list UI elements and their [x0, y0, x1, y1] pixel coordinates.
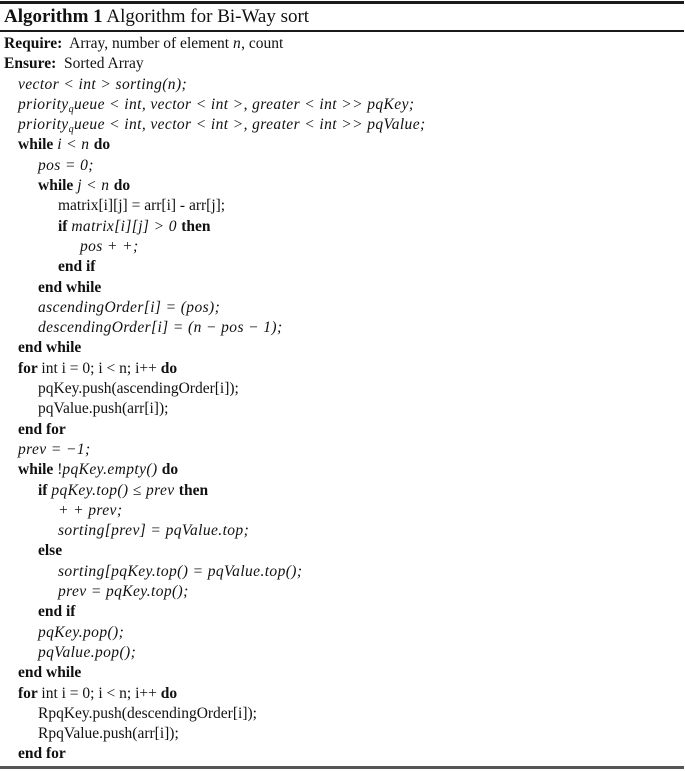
- math-expression: pqKey.pop();: [38, 623, 125, 641]
- math-expression: pqKey.top() ≤ prev: [51, 481, 179, 499]
- code-text: RpqValue.push(arr[i]);: [38, 725, 179, 743]
- pseudocode-line: priorityqueue < int, vector < int >, gre…: [0, 95, 685, 115]
- math-expression: priority: [18, 95, 69, 113]
- pseudocode-line: if pqKey.top() ≤ prev then: [0, 481, 685, 501]
- keyword: end if: [38, 603, 76, 621]
- keyword: then: [181, 217, 211, 235]
- math-expression: ueue < int, vector < int >, greater < in…: [73, 116, 426, 134]
- pseudocode-line: end while: [0, 278, 685, 298]
- algorithm-title: Algorithm for Bi-Way sort: [106, 6, 310, 27]
- pseudocode-line: end while: [0, 663, 685, 683]
- math-expression: ueue < int, vector < int >, greater < in…: [73, 95, 415, 113]
- pseudocode-line: RpqKey.push(descendingOrder[i]);: [0, 704, 685, 724]
- pseudocode-line: sorting[pqKey.top() = pqValue.top();: [0, 562, 685, 582]
- pseudocode-line: else: [0, 541, 685, 561]
- keyword: do: [160, 684, 178, 702]
- pseudocode-line: end for: [0, 420, 685, 440]
- keyword: do: [161, 461, 179, 479]
- pseudocode-line: vector < int > sorting(n);: [0, 75, 685, 95]
- math-expression: j < n: [77, 177, 114, 195]
- pseudocode-line: for int i = 0; i < n; i++ do: [0, 359, 685, 379]
- pseudocode-line: Ensure: Sorted Array: [0, 54, 685, 74]
- math-expression: descendingOrder[i] = (n − pos − 1);: [38, 319, 283, 337]
- bottom-rule: [0, 766, 684, 769]
- keyword: end while: [18, 664, 82, 682]
- pseudocode-line: while !pqKey.empty() do: [0, 460, 685, 480]
- math-expression: ascendingOrder[i] = (pos);: [38, 298, 221, 316]
- top-rule: [0, 1, 684, 4]
- keyword: while: [18, 136, 58, 154]
- code-text: int i = 0; i < n; i++: [41, 684, 161, 702]
- pseudocode-line: descendingOrder[i] = (n − pos − 1);: [0, 318, 685, 338]
- math-expression: prev = pqKey.top();: [58, 583, 189, 601]
- keyword: if: [58, 217, 72, 235]
- math-expression: matrix[i][j] > 0: [71, 217, 182, 235]
- keyword: do: [160, 359, 178, 377]
- pseudocode-line: priorityqueue < int, vector < int >, gre…: [0, 115, 685, 135]
- math-expression: pqKey.empty(): [62, 461, 162, 479]
- math-expression: sorting[prev] = pqValue.top;: [58, 522, 250, 540]
- pseudocode-line: for int i = 0; i < n; i++ do: [0, 684, 685, 704]
- math-expression: prev = −1;: [18, 440, 91, 458]
- pseudocode-line: if matrix[i][j] > 0 then: [0, 217, 685, 237]
- code-text: Sorted Array: [56, 55, 144, 73]
- keyword: then: [178, 481, 209, 499]
- math-expression: sorting[pqKey.top() = pqValue.top();: [58, 562, 303, 580]
- pseudocode-line: pqValue.push(arr[i]);: [0, 399, 685, 419]
- keyword: while: [38, 177, 78, 195]
- math-expression: pqValue.pop();: [38, 643, 137, 661]
- math-expression: i < n: [57, 136, 94, 154]
- algorithm-body: Require: Array, number of element n, cou…: [0, 34, 685, 765]
- code-text: pqValue.push(arr[i]);: [38, 400, 169, 418]
- keyword: end while: [18, 339, 82, 357]
- math-expression: vector < int > sorting(n);: [18, 75, 188, 93]
- code-text: matrix[i][j] = arr[i] - arr[j];: [58, 197, 226, 215]
- pseudocode-line: pqKey.pop();: [0, 623, 685, 643]
- pseudocode-line: prev = pqKey.top();: [0, 582, 685, 602]
- code-text: , count: [241, 35, 284, 52]
- code-text: Array, number of element: [62, 35, 233, 52]
- code-text: RpqKey.push(descendingOrder[i]);: [38, 704, 257, 722]
- keyword: Require:: [4, 35, 63, 52]
- keyword: end for: [18, 745, 66, 763]
- pseudocode-line: pos + +;: [0, 237, 685, 257]
- pseudocode-line: + + prev;: [0, 501, 685, 521]
- pseudocode-line: matrix[i][j] = arr[i] - arr[j];: [0, 196, 685, 216]
- algorithm-caption: Algorithm 1 Algorithm for Bi-Way sort: [4, 5, 309, 29]
- keyword: for: [18, 684, 42, 702]
- pseudocode-line: sorting[prev] = pqValue.top;: [0, 521, 685, 541]
- pseudocode-line: end if: [0, 257, 685, 277]
- pseudocode-line: pos = 0;: [0, 156, 685, 176]
- pseudocode-line: ascendingOrder[i] = (pos);: [0, 298, 685, 318]
- keyword: while: [18, 461, 58, 479]
- pseudocode-line: prev = −1;: [0, 440, 685, 460]
- pseudocode-line: pqKey.push(ascendingOrder[i]);: [0, 379, 685, 399]
- code-text: pqKey.push(ascendingOrder[i]);: [38, 380, 239, 398]
- keyword: else: [38, 542, 63, 560]
- caption-rule: [0, 30, 684, 32]
- algorithm-label: Algorithm 1: [4, 6, 103, 27]
- math-expression: priority: [18, 116, 69, 134]
- keyword: Ensure:: [4, 55, 57, 73]
- keyword: do: [113, 177, 131, 195]
- pseudocode-line: while j < n do: [0, 176, 685, 196]
- math-expression: n: [233, 35, 242, 52]
- pseudocode-line: RpqValue.push(arr[i]);: [0, 724, 685, 744]
- math-expression: pos = 0;: [38, 156, 94, 174]
- pseudocode-line: pqValue.pop();: [0, 643, 685, 663]
- pseudocode-line: end for: [0, 744, 685, 764]
- keyword: end while: [38, 278, 102, 296]
- pseudocode-line: Require: Array, number of element n, cou…: [0, 34, 685, 54]
- keyword: end if: [58, 258, 96, 276]
- pseudocode-line: end if: [0, 602, 685, 622]
- math-expression: pos + +;: [80, 237, 139, 255]
- pseudocode-line: while i < n do: [0, 135, 685, 155]
- keyword: if: [38, 481, 52, 499]
- keyword: do: [93, 136, 111, 154]
- code-text: int i = 0; i < n; i++: [41, 359, 161, 377]
- keyword: for: [18, 359, 42, 377]
- math-expression: + + prev;: [58, 501, 123, 519]
- keyword: end for: [18, 420, 66, 438]
- pseudocode-line: end while: [0, 338, 685, 358]
